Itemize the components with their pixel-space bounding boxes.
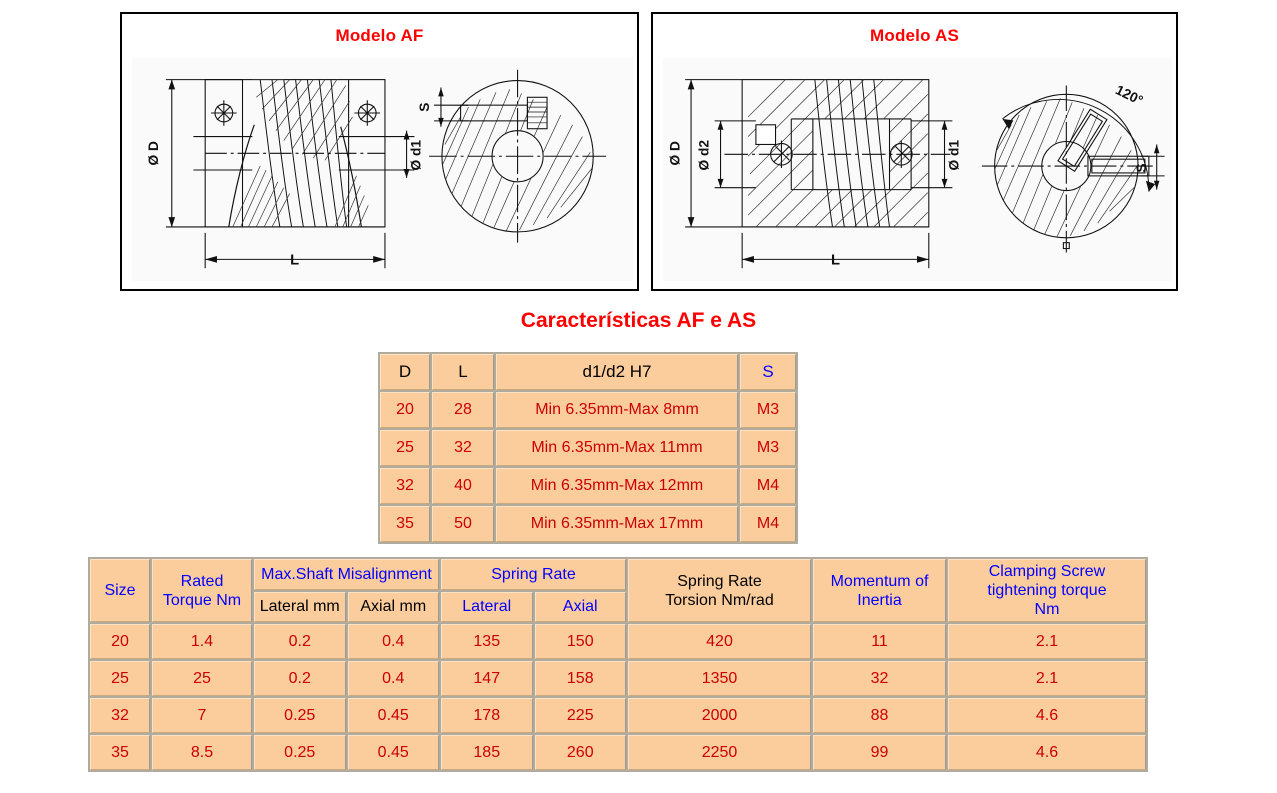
spec-header-mis-axial: Axial mm xyxy=(347,591,439,622)
diagram-panel-af: Modelo AF Ø D Ø d1 L S xyxy=(120,12,639,291)
spec-cell-sr-lateral: 147 xyxy=(441,661,533,696)
table-row: 20 28 Min 6.35mm-Max 8mm M3 xyxy=(380,392,796,428)
spec-cell-inertia: 88 xyxy=(813,698,946,733)
svg-text:S: S xyxy=(417,103,432,112)
spec-header-rated-torque: Rated Torque Nm xyxy=(152,559,252,622)
table-row: 32 7 0.25 0.45 178 225 2000 88 4.6 xyxy=(90,698,1146,733)
dim-cell-bore: Min 6.35mm-Max 11mm xyxy=(496,430,738,466)
dimension-table: D L d1/d2 H7 S 20 28 Min 6.35mm-Max 8mm … xyxy=(378,352,798,544)
svg-text:Ø d1: Ø d1 xyxy=(946,140,961,171)
spec-header-inertia: Momentum of Inertia xyxy=(813,559,946,622)
spec-cell-size: 32 xyxy=(90,698,150,733)
dim-cell-s: M3 xyxy=(740,392,796,428)
diagram-canvas-as: Ø D Ø d2 Ø d1 L S 120° xyxy=(663,58,1172,281)
svg-text:Ø d1: Ø d1 xyxy=(408,140,423,171)
diagram-title-af: Modelo AF xyxy=(335,26,424,45)
dim-cell-s: M4 xyxy=(740,468,796,504)
dim-cell-l: 40 xyxy=(432,468,494,504)
dim-cell-d: 32 xyxy=(380,468,430,504)
spec-cell-mis-axial: 0.4 xyxy=(347,624,439,659)
dim-header-l: L xyxy=(432,354,494,390)
table-row: 35 50 Min 6.35mm-Max 17mm M4 xyxy=(380,506,796,542)
table-header-row: D L d1/d2 H7 S xyxy=(380,354,796,390)
table-header-row-group: Size Rated Torque Nm Max.Shaft Misalignm… xyxy=(90,559,1146,622)
spec-cell-sr-lateral: 135 xyxy=(441,624,533,659)
dim-cell-bore: Min 6.35mm-Max 17mm xyxy=(496,506,738,542)
spec-cell-sr-axial: 158 xyxy=(534,661,626,696)
specification-table: Size Rated Torque Nm Max.Shaft Misalignm… xyxy=(88,557,1148,772)
spec-cell-sr-torsion: 2000 xyxy=(628,698,811,733)
spec-cell-size: 35 xyxy=(90,735,150,770)
svg-text:L: L xyxy=(290,252,299,268)
spec-header-sr-axial: Axial xyxy=(534,591,626,622)
spec-cell-sr-torsion: 2250 xyxy=(628,735,811,770)
spec-cell-sr-torsion: 420 xyxy=(628,624,811,659)
table-row: 35 8.5 0.25 0.45 185 260 2250 99 4.6 xyxy=(90,735,1146,770)
dim-header-d: D xyxy=(380,354,430,390)
table-row: 32 40 Min 6.35mm-Max 12mm M4 xyxy=(380,468,796,504)
spec-cell-torque: 8.5 xyxy=(152,735,252,770)
diagram-canvas-af: Ø D Ø d1 L S xyxy=(132,58,633,281)
spec-cell-sr-axial: 225 xyxy=(534,698,626,733)
spec-header-mis-lateral: Lateral mm xyxy=(254,591,346,622)
dimension-table-container: D L d1/d2 H7 S 20 28 Min 6.35mm-Max 8mm … xyxy=(378,352,798,544)
svg-text:L: L xyxy=(831,252,840,268)
spec-cell-mis-axial: 0.45 xyxy=(347,698,439,733)
spec-cell-sr-lateral: 178 xyxy=(441,698,533,733)
diagram-title-as: Modelo AS xyxy=(870,26,959,45)
svg-text:Ø D: Ø D xyxy=(667,141,682,166)
spec-cell-sr-axial: 260 xyxy=(534,735,626,770)
dim-cell-s: M4 xyxy=(740,506,796,542)
spec-header-misalignment: Max.Shaft Misalignment xyxy=(254,559,439,590)
dim-cell-l: 32 xyxy=(432,430,494,466)
spec-header-size: Size xyxy=(90,559,150,622)
table-row: 25 25 0.2 0.4 147 158 1350 32 2.1 xyxy=(90,661,1146,696)
spec-header-sr-lateral: Lateral xyxy=(441,591,533,622)
dim-header-d1d2: d1/d2 H7 xyxy=(496,354,738,390)
diagram-panel-as: Modelo AS Ø D Ø d2 Ø d1 L S 120° xyxy=(651,12,1178,291)
diagram-row: Modelo AF Ø D Ø d1 L S Modelo AS Ø D Ø d… xyxy=(0,0,1277,292)
spec-header-spring-torsion: Spring Rate Torsion Nm/rad xyxy=(628,559,811,622)
spec-cell-inertia: 99 xyxy=(813,735,946,770)
spec-cell-clamping: 2.1 xyxy=(948,661,1146,696)
spec-cell-inertia: 11 xyxy=(813,624,946,659)
svg-text:Ø d2: Ø d2 xyxy=(697,140,712,171)
svg-text:S: S xyxy=(1134,163,1149,172)
spec-cell-mis-lateral: 0.25 xyxy=(254,735,346,770)
dim-cell-l: 28 xyxy=(432,392,494,428)
table-row: 25 32 Min 6.35mm-Max 11mm M3 xyxy=(380,430,796,466)
specification-table-container: Size Rated Torque Nm Max.Shaft Misalignm… xyxy=(88,557,1148,772)
dim-cell-bore: Min 6.35mm-Max 12mm xyxy=(496,468,738,504)
spec-cell-sr-torsion: 1350 xyxy=(628,661,811,696)
dim-cell-d: 20 xyxy=(380,392,430,428)
dim-cell-s: M3 xyxy=(740,430,796,466)
dim-cell-bore: Min 6.35mm-Max 8mm xyxy=(496,392,738,428)
spec-header-spring-rate: Spring Rate xyxy=(441,559,626,590)
spec-cell-size: 25 xyxy=(90,661,150,696)
spec-cell-torque: 25 xyxy=(152,661,252,696)
dim-cell-l: 50 xyxy=(432,506,494,542)
spec-cell-torque: 1.4 xyxy=(152,624,252,659)
spec-cell-mis-lateral: 0.2 xyxy=(254,661,346,696)
svg-text:120°: 120° xyxy=(1113,82,1145,108)
spec-cell-inertia: 32 xyxy=(813,661,946,696)
svg-text:Ø D: Ø D xyxy=(146,141,161,166)
spec-cell-clamping: 4.6 xyxy=(948,735,1146,770)
spec-cell-mis-axial: 0.45 xyxy=(347,735,439,770)
dim-header-s: S xyxy=(740,354,796,390)
spec-cell-clamping: 4.6 xyxy=(948,698,1146,733)
spec-cell-sr-axial: 150 xyxy=(534,624,626,659)
spec-header-clamping-screw: Clamping Screw tightening torque Nm xyxy=(948,559,1146,622)
table-row: 20 1.4 0.2 0.4 135 150 420 11 2.1 xyxy=(90,624,1146,659)
spec-cell-size: 20 xyxy=(90,624,150,659)
spec-cell-sr-lateral: 185 xyxy=(441,735,533,770)
dim-cell-d: 35 xyxy=(380,506,430,542)
spec-cell-torque: 7 xyxy=(152,698,252,733)
spec-cell-mis-lateral: 0.25 xyxy=(254,698,346,733)
spec-cell-mis-lateral: 0.2 xyxy=(254,624,346,659)
spec-cell-mis-axial: 0.4 xyxy=(347,661,439,696)
dim-cell-d: 25 xyxy=(380,430,430,466)
spec-cell-clamping: 2.1 xyxy=(948,624,1146,659)
page-title: Características AF e AS xyxy=(520,309,757,332)
